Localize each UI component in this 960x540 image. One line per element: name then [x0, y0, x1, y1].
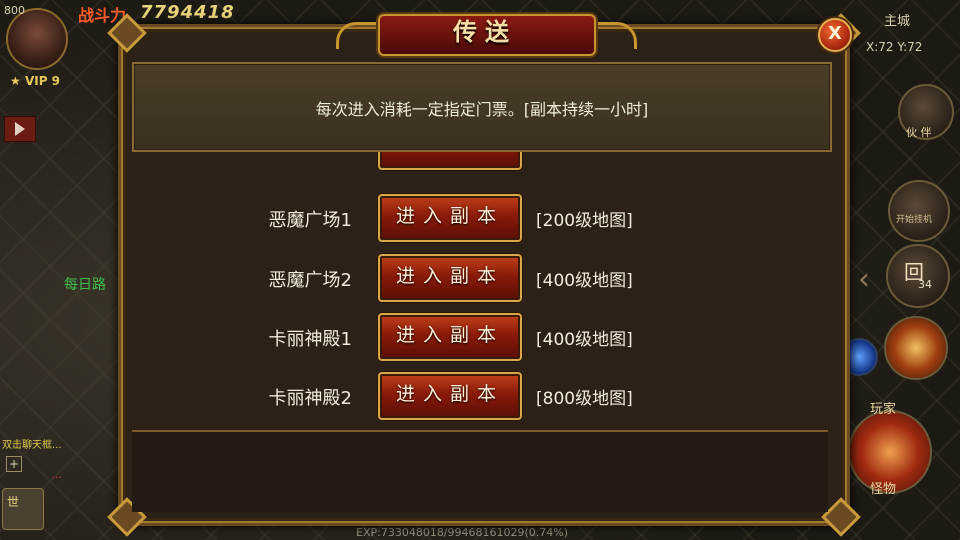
- enter-button-label: 进入副本: [395, 205, 504, 227]
- world-channel-label: 世: [7, 495, 20, 509]
- map-level: [400级地图]: [536, 330, 633, 350]
- auto-battle-button[interactable]: [888, 180, 950, 242]
- play-icon: [15, 122, 25, 136]
- enter-dungeon-button[interactable]: 进入副本: [378, 194, 522, 242]
- list-item: 恶魔广场1 进入副本 [200级地图]: [132, 194, 828, 242]
- chevron-left-icon[interactable]: ‹: [858, 262, 870, 297]
- enter-button-label: 进入副本: [395, 265, 504, 287]
- notice-panel: 每次进入消耗一定指定门票。[副本持续一小时]: [132, 62, 832, 152]
- map-coordinates: X:72 Y:72: [866, 40, 923, 54]
- target-player-label[interactable]: 玩家: [870, 398, 896, 417]
- quest-tracker-text[interactable]: 每日路: [64, 274, 106, 294]
- auto-battle-label: 开始挂机: [896, 215, 933, 225]
- play-button[interactable]: [4, 116, 36, 142]
- enter-button-label: 进入副本: [395, 324, 504, 346]
- chat-line: 双击聊天框...: [2, 440, 62, 451]
- exp-readout: EXP:733048018/99468161029(0.74%): [356, 526, 569, 539]
- enter-dungeon-button[interactable]: 进入副本: [378, 313, 522, 361]
- player-avatar[interactable]: [6, 8, 68, 70]
- dungeon-name: 卡丽神殿1: [268, 329, 352, 350]
- dungeon-name: 恶魔广场2: [268, 270, 352, 291]
- map-name: 主城: [884, 14, 911, 29]
- close-button[interactable]: X: [818, 18, 852, 52]
- gold-amount: 800: [4, 4, 25, 17]
- enter-dungeon-button[interactable]: [378, 152, 522, 170]
- skill-button[interactable]: [884, 316, 948, 380]
- dialog-footer: [132, 432, 828, 512]
- map-level: [800级地图]: [536, 389, 633, 409]
- voice-chat-button[interactable]: 世: [2, 488, 44, 530]
- chat-expand-button[interactable]: +: [6, 456, 22, 472]
- partner-label: 伙 伴: [906, 126, 932, 139]
- enter-button-label: 进入副本: [395, 383, 504, 405]
- power-value: 7794418: [140, 2, 235, 23]
- dungeon-name: 卡丽神殿2: [268, 388, 352, 409]
- map-level: [400级地图]: [536, 271, 633, 291]
- dialog-title: 传送: [453, 17, 517, 46]
- return-count: 34: [918, 278, 932, 291]
- dungeon-list[interactable]: 恶魔广场1 进入副本 [200级地图] 恶魔广场2 进入副本 [400级地图] …: [132, 152, 828, 430]
- target-monster-label[interactable]: 怪物: [870, 478, 896, 497]
- list-item: 卡丽神殿2 进入副本 [800级地图]: [132, 372, 828, 420]
- enter-dungeon-button[interactable]: 进入副本: [378, 254, 522, 302]
- list-item-partial: [132, 152, 828, 170]
- dungeon-name: 恶魔广场1: [268, 210, 352, 231]
- notice-text: 每次进入消耗一定指定门票。[副本持续一小时]: [315, 100, 649, 119]
- enter-dungeon-button[interactable]: 进入副本: [378, 372, 522, 420]
- map-level: [200级地图]: [536, 211, 633, 231]
- vip-badge[interactable]: ★ VIP 9: [10, 74, 60, 88]
- list-item: 恶魔广场2 进入副本 [400级地图]: [132, 254, 828, 302]
- vip-label: VIP 9: [24, 74, 61, 88]
- list-item: 卡丽神殿1 进入副本 [400级地图]: [132, 313, 828, 361]
- chat-line: ...: [52, 470, 62, 481]
- close-icon: X: [828, 23, 842, 44]
